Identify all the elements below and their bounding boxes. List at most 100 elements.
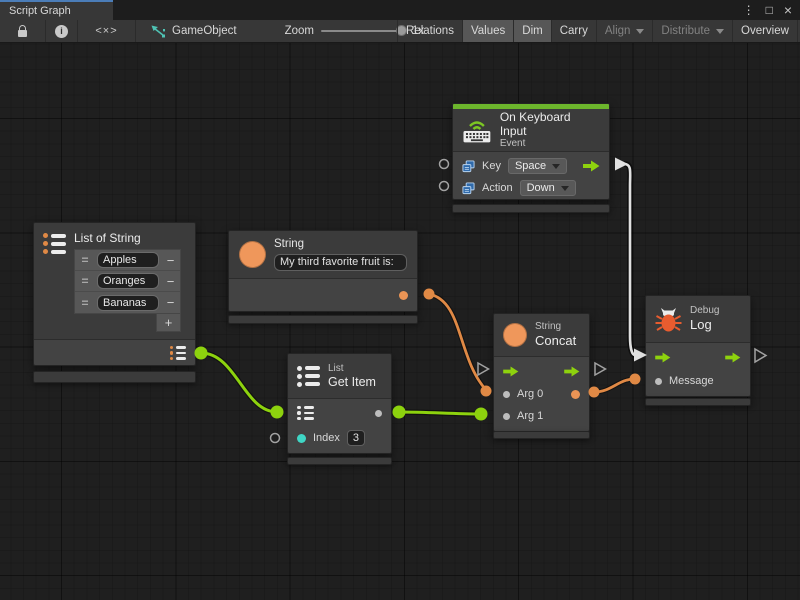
values-button[interactable]: Values bbox=[463, 20, 514, 42]
node-string-literal[interactable]: String My third favorite fruit is: bbox=[228, 230, 418, 312]
arg1-input-port[interactable] bbox=[503, 413, 510, 420]
control-input-port[interactable] bbox=[503, 366, 519, 377]
code-button[interactable]: <×> bbox=[78, 20, 136, 42]
relations-button[interactable]: Relations bbox=[398, 20, 463, 42]
result-output-port[interactable] bbox=[571, 390, 580, 399]
node-title: Get Item bbox=[328, 375, 376, 390]
node-list-of-string[interactable]: List of String = Apples − = Oranges − bbox=[33, 222, 196, 366]
string-circle-icon bbox=[239, 241, 266, 268]
node-category: List bbox=[328, 363, 376, 375]
keyboard-icon bbox=[462, 117, 492, 143]
zoom-slider[interactable] bbox=[321, 30, 405, 32]
index-row: Index 3 bbox=[288, 425, 391, 451]
node-on-keyboard-input[interactable]: On Keyboard Input Event Key Space bbox=[452, 103, 610, 200]
arg0-input-port[interactable] bbox=[503, 391, 510, 398]
maximize-icon[interactable]: □ bbox=[766, 3, 773, 17]
chevron-down-icon bbox=[636, 29, 644, 34]
control-output-port[interactable] bbox=[583, 160, 600, 172]
lock-icon bbox=[18, 25, 27, 37]
drag-handle[interactable]: = bbox=[75, 296, 95, 310]
node-debug-log[interactable]: Debug Log Message bbox=[645, 295, 751, 397]
list-input-row bbox=[288, 401, 391, 425]
arg1-row: Arg 1 bbox=[494, 405, 589, 427]
enum-icon bbox=[462, 182, 475, 195]
action-label: Action bbox=[482, 182, 513, 194]
list-icon bbox=[297, 366, 320, 387]
carry-button[interactable]: Carry bbox=[552, 20, 597, 42]
string-circle-icon bbox=[503, 323, 527, 347]
list-item-field[interactable]: Apples bbox=[97, 252, 159, 268]
overview-button[interactable]: Overview bbox=[733, 20, 798, 42]
node-footer bbox=[228, 315, 418, 324]
list-input-port[interactable] bbox=[297, 406, 314, 421]
list-item-field[interactable]: Bananas bbox=[97, 295, 159, 311]
tab-label: Script Graph bbox=[9, 5, 71, 17]
add-item-button[interactable]: + bbox=[156, 314, 181, 332]
remove-item-button[interactable]: − bbox=[161, 253, 180, 269]
drag-handle[interactable]: = bbox=[75, 253, 95, 267]
dim-button[interactable]: Dim bbox=[514, 20, 551, 42]
zoom-label: Zoom bbox=[285, 25, 314, 37]
message-label: Message bbox=[669, 375, 714, 387]
gameobject-icon bbox=[150, 24, 165, 38]
node-header: String My third favorite fruit is: bbox=[229, 231, 417, 278]
index-input-port[interactable] bbox=[297, 434, 306, 443]
list-item-row: = Bananas − bbox=[75, 292, 180, 313]
item-output-port[interactable] bbox=[375, 410, 382, 417]
info-icon: i bbox=[55, 25, 68, 38]
list-item-row: = Oranges − bbox=[75, 271, 180, 292]
index-label: Index bbox=[313, 432, 340, 444]
node-title: Concat bbox=[535, 333, 576, 349]
list-output-port[interactable] bbox=[170, 346, 187, 361]
node-header: Debug Log bbox=[646, 296, 750, 342]
node-footer bbox=[33, 371, 196, 383]
chevron-down-icon bbox=[561, 186, 569, 191]
node-title: On Keyboard Input bbox=[500, 110, 600, 139]
graph-toolbar: i <×> GameObject Zoom 1x Relations Value… bbox=[0, 20, 800, 43]
string-output-port[interactable] bbox=[399, 291, 408, 300]
list-item-field[interactable]: Oranges bbox=[97, 273, 159, 289]
lock-button[interactable] bbox=[0, 20, 46, 42]
arg0-row: Arg 0 bbox=[494, 383, 589, 405]
key-dropdown[interactable]: Space bbox=[508, 158, 567, 174]
close-icon[interactable]: × bbox=[784, 2, 792, 18]
control-row bbox=[494, 359, 589, 383]
list-editor: = Apples − = Oranges − = Bananas − bbox=[74, 249, 181, 332]
tab-script-graph[interactable]: Script Graph bbox=[0, 0, 113, 20]
align-button[interactable]: Align bbox=[597, 20, 654, 42]
node-footer bbox=[645, 398, 751, 406]
control-output-port[interactable] bbox=[725, 352, 741, 363]
string-value-field[interactable]: My third favorite fruit is: bbox=[274, 254, 407, 271]
action-dropdown[interactable]: Down bbox=[520, 180, 576, 196]
gameobject-label: GameObject bbox=[172, 25, 237, 37]
enum-icon bbox=[462, 160, 475, 173]
menu-icon[interactable]: ⋮ bbox=[743, 3, 755, 17]
chevron-down-icon bbox=[552, 164, 560, 169]
node-get-item[interactable]: List Get Item Index 3 bbox=[287, 353, 392, 454]
distribute-button[interactable]: Distribute bbox=[653, 20, 733, 42]
key-port-row: Key Space bbox=[453, 155, 609, 177]
message-input-port[interactable] bbox=[655, 378, 662, 385]
control-output-port[interactable] bbox=[564, 366, 580, 377]
index-field[interactable]: 3 bbox=[347, 430, 365, 446]
chevron-down-icon bbox=[716, 29, 724, 34]
node-body: Index 3 bbox=[288, 398, 391, 453]
info-button[interactable]: i bbox=[46, 20, 78, 42]
script-graph-window: Script Graph ⋮ □ × i <×> GameObject bbox=[0, 0, 800, 600]
node-concat[interactable]: String Concat Arg 0 Arg 1 bbox=[493, 313, 590, 432]
control-input-port[interactable] bbox=[655, 352, 671, 363]
gameobject-button[interactable]: GameObject bbox=[136, 20, 245, 42]
drag-handle[interactable]: = bbox=[75, 274, 95, 288]
node-title: String bbox=[274, 238, 407, 252]
list-item-row: = Apples − bbox=[75, 250, 180, 271]
arg0-label: Arg 0 bbox=[517, 388, 543, 400]
arg1-label: Arg 1 bbox=[517, 410, 543, 422]
node-body bbox=[229, 278, 417, 311]
node-header: List of String = Apples − = Oranges − bbox=[34, 223, 195, 339]
node-title: Log bbox=[690, 317, 719, 333]
remove-item-button[interactable]: − bbox=[161, 274, 180, 290]
remove-item-button[interactable]: − bbox=[161, 295, 180, 311]
tab-bar: Script Graph ⋮ □ × bbox=[0, 0, 800, 20]
toolbar-toggle-group: Relations Values Dim Carry Align Distrib… bbox=[397, 20, 800, 42]
node-footer bbox=[493, 431, 590, 439]
